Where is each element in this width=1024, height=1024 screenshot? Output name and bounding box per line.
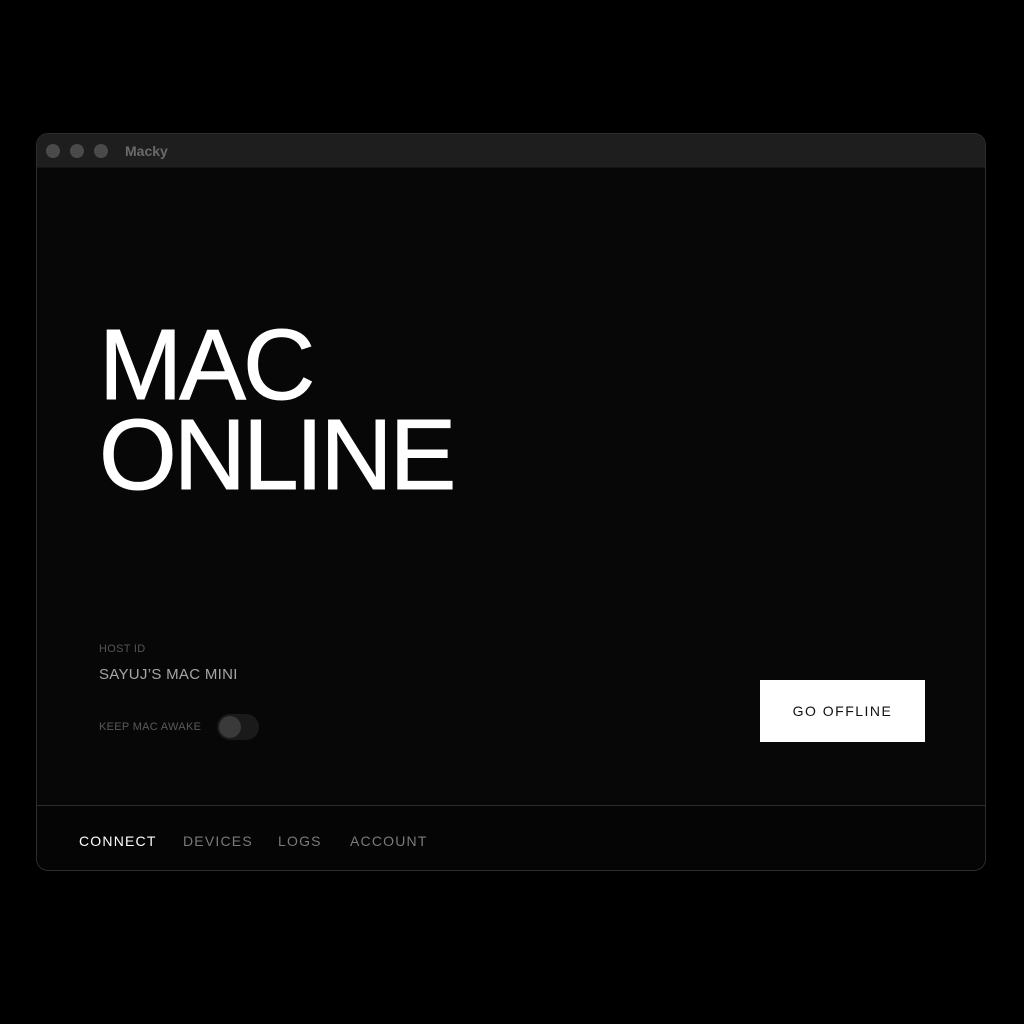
close-window-button[interactable] [46, 144, 60, 158]
keep-awake-toggle[interactable] [217, 714, 259, 740]
toggle-knob [219, 716, 241, 738]
tab-devices[interactable]: DEVICES [183, 833, 253, 849]
app-window: Macky MAC ONLINE HOST ID SAYUJ’S MAC MIN… [36, 133, 986, 871]
status-headline-line-2: ONLINE [98, 399, 456, 511]
tab-connect[interactable]: CONNECT [79, 833, 157, 849]
status-headline-line-1: MAC [98, 309, 315, 421]
go-offline-button[interactable]: GO OFFLINE [760, 680, 925, 742]
tab-logs[interactable]: LOGS [278, 833, 322, 849]
window-title: Macky [125, 143, 168, 159]
bottom-nav: CONNECT DEVICES LOGS ACCOUNT [37, 806, 985, 870]
minimize-window-button[interactable] [70, 144, 84, 158]
keep-awake-label: KEEP MAC AWAKE [99, 721, 202, 733]
status-headline: MAC ONLINE [98, 309, 456, 511]
host-id-label: HOST ID [99, 643, 146, 655]
tab-account[interactable]: ACCOUNT [350, 833, 428, 849]
zoom-window-button[interactable] [94, 144, 108, 158]
title-bar[interactable]: Macky [37, 134, 985, 168]
host-id-value: SAYUJ’S MAC MINI [99, 666, 238, 683]
